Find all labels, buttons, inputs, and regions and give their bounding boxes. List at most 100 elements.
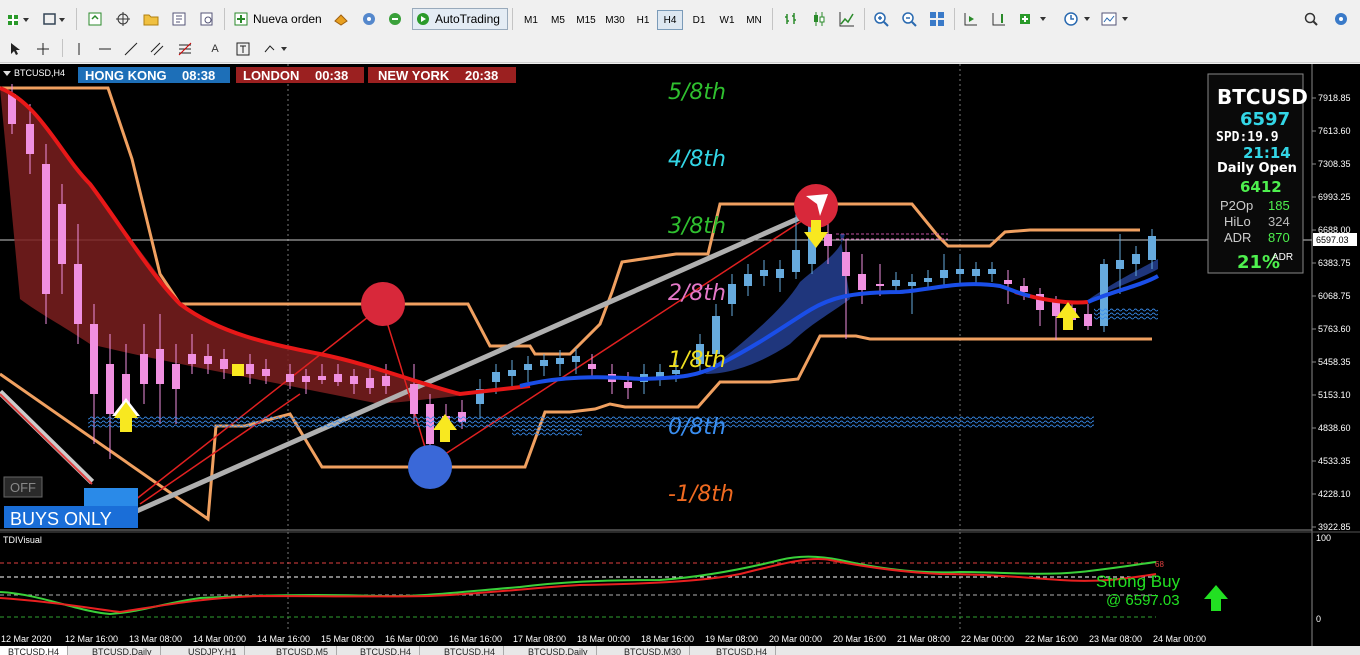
templates-dropdown[interactable] (1118, 8, 1132, 30)
candle-body (624, 382, 632, 388)
session-new-york-city: NEW YORK (378, 68, 450, 83)
chart-tab[interactable]: BTCUSD,Daily (84, 646, 161, 655)
candle-body (776, 269, 784, 278)
autotrading-button[interactable]: AutoTrading (412, 8, 508, 30)
timeframe-m30[interactable]: M30 (602, 10, 628, 30)
price-axis-label: 6993.25 (1318, 192, 1351, 202)
chart-tab[interactable]: BTCUSD,H4 (352, 646, 421, 655)
indicators-icon (1020, 14, 1030, 24)
price-axis-label: 7918.85 (1318, 93, 1351, 103)
tile-windows-button[interactable] (926, 8, 948, 30)
text-label-button[interactable] (232, 38, 254, 60)
zoom-out-button[interactable] (898, 8, 920, 30)
chart-tab[interactable]: USDJPY,H1 (180, 646, 246, 655)
new-order-button[interactable]: Nueva orden (230, 8, 326, 30)
timeframe-mn[interactable]: MN (741, 10, 767, 30)
chart-tabs: BTCUSD,H4 BTCUSD,Daily USDJPY,H1 BTCUSD,… (0, 646, 1360, 655)
zoom-in-icon (874, 12, 889, 27)
fibonacci-icon (178, 42, 192, 56)
chart-shift-icon (992, 13, 1005, 26)
time-axis-label: 14 Mar 16:00 (257, 634, 310, 644)
chart-tab[interactable]: BTCUSD,H4 (0, 646, 69, 655)
timeframe-m15[interactable]: M15 (573, 10, 599, 30)
time-axis-label: 20 Mar 16:00 (833, 634, 886, 644)
cursor-button[interactable] (4, 38, 26, 60)
timeframe-w1[interactable]: W1 (714, 10, 740, 30)
indicators-button[interactable] (1016, 8, 1038, 30)
crosshair-tool-button[interactable] (32, 38, 54, 60)
buys-only-label: BUYS ONLY (10, 509, 112, 529)
chart-window[interactable]: 5/8th 4/8th 3/8th 2/8th 1/8th 0/8th -1/8… (0, 64, 1360, 646)
candle-body (246, 364, 254, 374)
timeframe-h1[interactable]: H1 (630, 10, 656, 30)
candle-body (350, 376, 358, 384)
folder-icon (143, 14, 159, 26)
timeframe-d1[interactable]: D1 (686, 10, 712, 30)
text-icon: A (211, 43, 219, 55)
navigator-button[interactable] (168, 8, 190, 30)
chart-tab[interactable]: BTCUSD,Daily (520, 646, 597, 655)
tester-button[interactable] (196, 8, 218, 30)
chart-shift-button[interactable] (988, 8, 1010, 30)
bar-chart-button[interactable] (780, 8, 802, 30)
candle-body (744, 274, 752, 286)
candle-body (26, 124, 34, 154)
chart-tab[interactable]: BTCUSD,H4 (708, 646, 777, 655)
timeframe-m1[interactable]: M1 (518, 10, 544, 30)
vertical-line-button[interactable] (68, 38, 90, 60)
text-button[interactable]: A (204, 38, 226, 60)
metaeditor-button[interactable] (330, 8, 352, 30)
candlestick-button[interactable] (808, 8, 830, 30)
search-button[interactable] (1300, 8, 1322, 30)
data-folder-button[interactable] (140, 8, 162, 30)
time-axis-label: 17 Mar 08:00 (513, 634, 566, 644)
sub-window-title: TDIVisual (3, 535, 42, 545)
fibonacci-button[interactable] (174, 38, 196, 60)
periods-dropdown[interactable] (1080, 8, 1094, 30)
timeframe-h4[interactable]: H4 (657, 10, 683, 30)
signals-button[interactable] (358, 8, 380, 30)
candle-body (262, 369, 270, 376)
chevron-down-icon (1084, 17, 1090, 21)
bar-chart-icon (785, 13, 796, 24)
chart-tab[interactable]: BTCUSD,M5 (268, 646, 338, 655)
auto-scroll-button[interactable] (960, 8, 982, 30)
time-axis-label: 24 Mar 00:00 (1153, 634, 1206, 644)
info-symbol: BTCUSD (1217, 85, 1308, 109)
profiles-button[interactable] (40, 8, 70, 30)
zoom-in-button[interactable] (870, 8, 892, 30)
templates-button[interactable] (1098, 8, 1120, 30)
market-button[interactable] (384, 8, 406, 30)
zoom-out-icon (902, 12, 917, 27)
crosshair-button[interactable] (112, 8, 134, 30)
periods-button[interactable] (1060, 8, 1082, 30)
current-price-label: 6597.03 (1316, 235, 1349, 245)
community-button[interactable] (1330, 8, 1352, 30)
candle-body (1084, 314, 1092, 326)
time-axis-label: 12 Mar 2020 (1, 634, 52, 644)
symbol-label: BTCUSD,H4 (14, 68, 65, 78)
indicators-dropdown[interactable] (1036, 8, 1050, 30)
time-axis-label: 18 Mar 00:00 (577, 634, 630, 644)
murrey-level-0-8: 0/8th (668, 415, 726, 440)
horizontal-line-button[interactable] (94, 38, 116, 60)
candle-body (318, 376, 326, 380)
new-chart-button[interactable] (4, 8, 34, 30)
timeframe-m5[interactable]: M5 (545, 10, 571, 30)
support-wave (88, 416, 1094, 428)
chart-canvas[interactable]: 5/8th 4/8th 3/8th 2/8th 1/8th 0/8th -1/8… (0, 64, 1360, 646)
line-chart-button[interactable] (836, 8, 858, 30)
trendline-icon (124, 42, 138, 56)
candle-body (172, 364, 180, 389)
channel-button[interactable] (146, 38, 168, 60)
yellow-square (232, 364, 244, 376)
chart-tab[interactable]: BTCUSD,H4 (436, 646, 505, 655)
candle-body (524, 364, 532, 370)
chart-tab[interactable]: BTCUSD,M30 (616, 646, 691, 655)
signals-icon (363, 13, 375, 25)
trendline-button[interactable] (120, 38, 142, 60)
candle-body (572, 356, 580, 362)
arrows-button[interactable] (260, 38, 292, 60)
time-axis-label: 22 Mar 16:00 (1025, 634, 1078, 644)
market-watch-button[interactable] (84, 8, 106, 30)
